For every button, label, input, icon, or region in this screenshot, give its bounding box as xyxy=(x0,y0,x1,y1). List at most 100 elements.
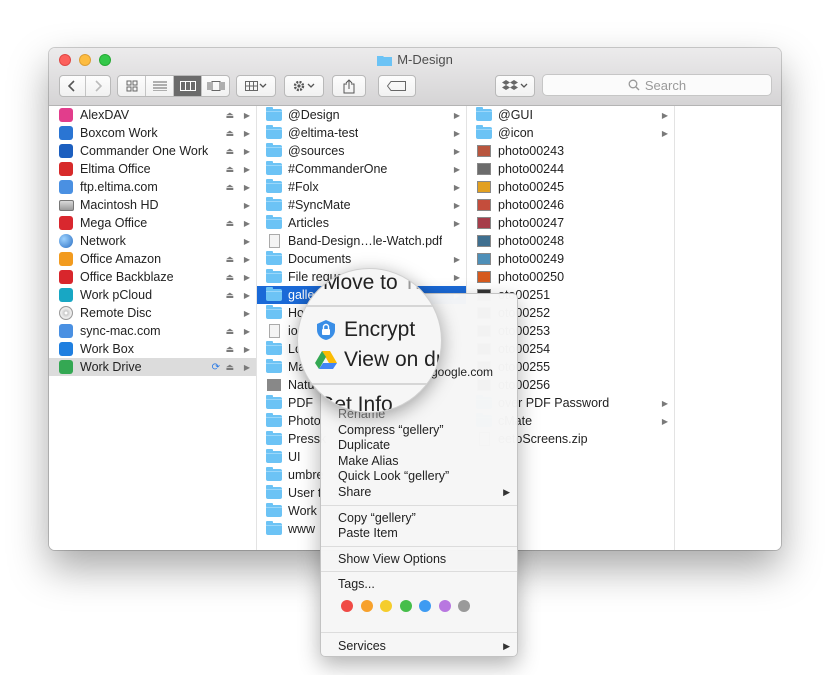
eject-icon[interactable]: ⏏ xyxy=(225,272,234,283)
commander-one-icon xyxy=(59,144,73,158)
list-item[interactable]: photo00247 xyxy=(467,214,674,232)
menu-item-quick-look[interactable]: Quick Look “gellery” xyxy=(338,468,449,484)
eject-icon[interactable]: ⏏ xyxy=(225,164,234,175)
list-item[interactable]: photo00249 xyxy=(467,250,674,268)
list-item[interactable]: Remote Disc ▶ xyxy=(49,304,256,322)
list-item[interactable]: Work pCloud ⏏ ▶ xyxy=(49,286,256,304)
list-item[interactable]: Commander One Work ⏏ ▶ xyxy=(49,142,256,160)
eject-icon[interactable]: ⏏ xyxy=(225,344,234,355)
eject-icon[interactable]: ⏏ xyxy=(225,128,234,139)
dropbox-button[interactable] xyxy=(495,75,535,97)
icon-view-button[interactable] xyxy=(118,76,146,96)
mag-menu-item-view-on-drive[interactable]: View on dr xyxy=(315,348,441,372)
tag-color-dot[interactable] xyxy=(458,600,470,612)
list-item[interactable]: @GUI ▶ xyxy=(467,106,674,124)
tag-color-dot[interactable] xyxy=(380,600,392,612)
list-item[interactable]: Office Amazon ⏏ ▶ xyxy=(49,250,256,268)
list-item[interactable]: Work Drive ⟳ ⏏ ▶ xyxy=(49,358,256,376)
menu-item-share[interactable]: Share ▶ xyxy=(338,484,510,500)
list-item[interactable]: @icon ▶ xyxy=(467,124,674,142)
list-item-label: photo00243 xyxy=(498,144,565,158)
column-view-button[interactable] xyxy=(174,76,202,96)
list-item[interactable]: photo00243 xyxy=(467,142,674,160)
list-item[interactable]: Office Backblaze ⏏ ▶ xyxy=(49,268,256,286)
eject-icon[interactable]: ⏏ xyxy=(225,146,234,157)
list-item[interactable]: Boxcom Work ⏏ ▶ xyxy=(49,124,256,142)
mag-menu-item-get-info[interactable]: Get Info xyxy=(318,393,393,412)
folder-icon xyxy=(266,395,282,409)
folder-icon xyxy=(266,143,282,157)
list-item[interactable]: #SyncMate ▶ xyxy=(257,196,466,214)
list-item[interactable]: photo00248 xyxy=(467,232,674,250)
magnifier-overlay: Move to Tr Encrypt View on dr Get Info xyxy=(297,268,442,413)
list-item[interactable]: Eltima Office ⏏ ▶ xyxy=(49,160,256,178)
menu-item-duplicate[interactable]: Duplicate xyxy=(338,437,390,453)
tag-icon xyxy=(387,81,406,91)
list-item[interactable]: @sources ▶ xyxy=(257,142,466,160)
eject-icon[interactable]: ⏏ xyxy=(225,326,234,337)
chevron-right-icon: ▶ xyxy=(661,398,668,408)
eject-icon[interactable]: ⏏ xyxy=(225,290,234,301)
tag-color-dot[interactable] xyxy=(341,600,353,612)
menu-item-copy[interactable]: Copy “gellery” xyxy=(338,510,416,526)
chevron-right-icon: ▶ xyxy=(661,128,668,138)
list-item[interactable]: photo00245 xyxy=(467,178,674,196)
folder-icon xyxy=(266,197,282,211)
list-item[interactable]: Macintosh HD ▶ xyxy=(49,196,256,214)
list-item[interactable]: photo00250 xyxy=(467,268,674,286)
eject-icon[interactable]: ⏏ xyxy=(225,182,234,193)
tag-button[interactable] xyxy=(378,75,416,97)
image-thumbnail-icon xyxy=(477,163,491,175)
list-item-label: Articles xyxy=(288,216,329,230)
list-item[interactable]: AlexDAV ⏏ ▶ xyxy=(49,106,256,124)
list-item-label: Eltima Office xyxy=(80,162,151,176)
list-item[interactable]: sync-mac.com ⏏ ▶ xyxy=(49,322,256,340)
forward-button[interactable] xyxy=(86,76,111,96)
list-item[interactable]: photo00246 xyxy=(467,196,674,214)
list-item[interactable]: @eltima-test ▶ xyxy=(257,124,466,142)
eltima-icon xyxy=(59,162,73,176)
eject-icon[interactable]: ⏏ xyxy=(225,362,234,373)
chevron-right-icon: ▶ xyxy=(243,110,250,120)
tag-color-dot[interactable] xyxy=(360,600,373,612)
list-item[interactable]: Work Box ⏏ ▶ xyxy=(49,340,256,358)
list-item[interactable]: Mega Office ⏏ ▶ xyxy=(49,214,256,232)
menu-item-make-alias[interactable]: Make Alias xyxy=(338,453,398,469)
list-item[interactable]: Articles ▶ xyxy=(257,214,466,232)
eject-icon[interactable]: ⏏ xyxy=(225,218,234,229)
action-button[interactable] xyxy=(284,75,324,97)
folder-icon xyxy=(476,125,492,140)
arrange-button[interactable] xyxy=(236,75,276,97)
google-drive-icon xyxy=(59,360,73,374)
tag-color-dot[interactable] xyxy=(419,600,431,612)
list-item-label: photo00245 xyxy=(498,180,565,194)
list-item[interactable]: Documents ▶ xyxy=(257,250,466,268)
list-item[interactable]: Band-Design…le-Watch.pdf xyxy=(257,232,466,250)
menu-item-tags[interactable]: Tags... xyxy=(338,576,375,592)
share-button[interactable] xyxy=(332,75,366,97)
search-input[interactable]: Search xyxy=(542,74,772,96)
eject-icon[interactable]: ⏏ xyxy=(225,254,234,265)
back-button[interactable] xyxy=(60,76,86,96)
list-item[interactable]: Network ▶ xyxy=(49,232,256,250)
mag-menu-item-encrypt[interactable]: Encrypt xyxy=(315,318,415,342)
image-thumbnail-icon xyxy=(477,199,491,211)
menu-item-services[interactable]: Services ▶ xyxy=(338,638,510,654)
menu-item-compress[interactable]: Compress “gellery” xyxy=(338,422,444,438)
list-item[interactable]: photo00244 xyxy=(467,160,674,178)
mag-separator xyxy=(298,305,441,307)
coverflow-view-button[interactable] xyxy=(202,76,229,96)
list-item[interactable]: ftp.eltima.com ⏏ ▶ xyxy=(49,178,256,196)
list-item-label: Work Box xyxy=(80,342,134,356)
chevron-right-icon: ▶ xyxy=(243,236,250,246)
list-item[interactable]: #Folx ▶ xyxy=(257,178,466,196)
tag-color-dot[interactable] xyxy=(399,600,412,612)
folder-icon xyxy=(266,431,282,445)
list-item[interactable]: #CommanderOne ▶ xyxy=(257,160,466,178)
tag-color-dot[interactable] xyxy=(438,600,451,612)
menu-item-show-view-options[interactable]: Show View Options xyxy=(338,551,446,567)
eject-icon[interactable]: ⏏ xyxy=(225,110,234,121)
menu-item-paste[interactable]: Paste Item xyxy=(338,525,398,541)
list-item[interactable]: @Design ▶ xyxy=(257,106,466,124)
list-view-button[interactable] xyxy=(146,76,174,96)
